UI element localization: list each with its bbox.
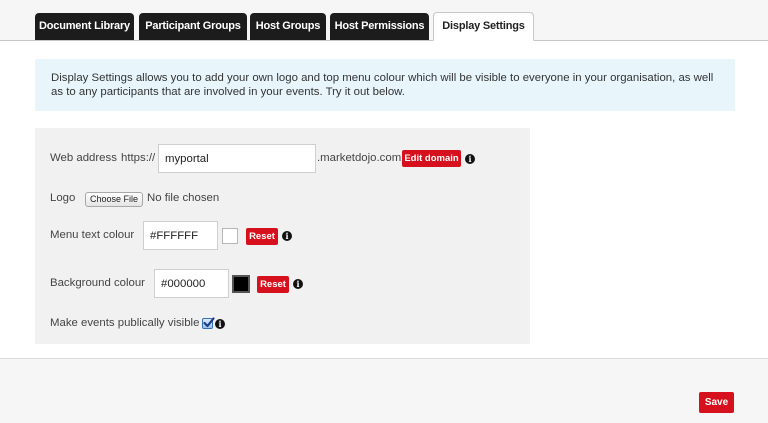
tab-participant-groups[interactable]: Participant Groups xyxy=(139,13,247,40)
background-colour-reset-button[interactable]: Reset xyxy=(257,276,289,293)
settings-form: Web address https:// .marketdojo.com Edi… xyxy=(35,128,530,344)
background-colour-swatch-icon[interactable] xyxy=(232,275,250,293)
tab-host-permissions[interactable]: Host Permissions xyxy=(330,13,429,40)
public-events-label: Make events publically visible xyxy=(50,317,200,329)
checkmark-icon xyxy=(203,317,215,328)
domain-suffix: .marketdojo.com xyxy=(317,152,402,164)
public-events-checkbox[interactable] xyxy=(202,317,215,329)
web-address-prefix: https:// xyxy=(121,152,156,164)
tab-host-groups[interactable]: Host Groups xyxy=(250,13,326,40)
menu-text-colour-info-icon[interactable]: i xyxy=(282,231,292,241)
file-status-text: No file chosen xyxy=(147,192,220,204)
tab-display-settings[interactable]: Display Settings xyxy=(433,12,534,41)
web-address-label: Web address xyxy=(50,152,117,164)
info-message: Display Settings allows you to add your … xyxy=(35,59,735,111)
background-colour-input[interactable] xyxy=(154,269,229,298)
settings-panel: Display Settings allows you to add your … xyxy=(0,41,768,359)
menu-text-colour-swatch-icon[interactable] xyxy=(222,228,238,244)
display-settings-page: Document Library Participant Groups Host… xyxy=(0,0,768,423)
save-button[interactable]: Save xyxy=(699,392,734,413)
logo-label: Logo xyxy=(50,192,76,204)
background-colour-info-icon[interactable]: i xyxy=(293,279,303,289)
menu-text-colour-input[interactable] xyxy=(143,221,218,250)
web-address-info-icon[interactable]: i xyxy=(465,154,475,164)
choose-file-button[interactable]: Choose File xyxy=(85,192,143,207)
edit-domain-button[interactable]: Edit domain xyxy=(402,150,461,167)
menu-text-colour-reset-button[interactable]: Reset xyxy=(246,228,278,245)
public-events-info-icon[interactable]: i xyxy=(215,319,225,329)
tab-document-library[interactable]: Document Library xyxy=(35,13,134,40)
subdomain-input[interactable] xyxy=(158,144,316,173)
background-colour-label: Background colour xyxy=(50,277,145,289)
tab-bar: Document Library Participant Groups Host… xyxy=(0,0,768,41)
menu-text-colour-label: Menu text colour xyxy=(50,229,135,241)
